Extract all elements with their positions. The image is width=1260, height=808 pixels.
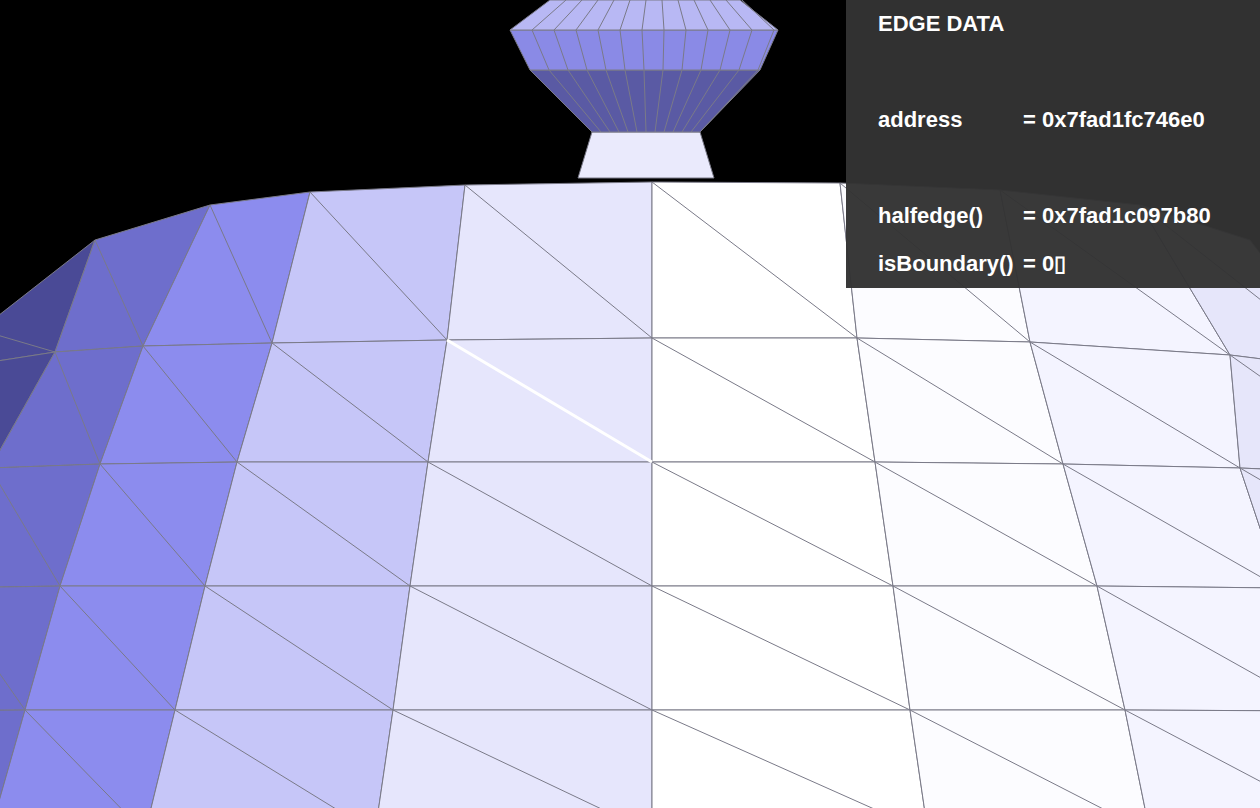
mesh-face[interactable]	[375, 710, 652, 808]
panel-row: halfedge()= 0x7fad1c097b80	[878, 192, 1252, 240]
mesh-face[interactable]	[875, 462, 1097, 586]
mesh-face[interactable]	[652, 586, 910, 710]
mesh-face[interactable]	[910, 710, 1150, 808]
mesh-face[interactable]	[272, 185, 465, 343]
panel-section: address= 0x7fad1fc746e0	[878, 96, 1252, 144]
panel-row: address= 0x7fad1fc746e0	[878, 96, 1252, 144]
panel-title: EDGE DATA	[878, 0, 1252, 48]
mesh-face[interactable]	[1063, 464, 1260, 588]
mesh-face[interactable]	[652, 338, 875, 462]
mesh-face[interactable]	[652, 462, 893, 586]
mesh-face[interactable]	[175, 586, 410, 710]
mesh-face[interactable]	[393, 586, 652, 710]
field-label: address	[878, 96, 1023, 144]
mesh-face[interactable]	[1230, 355, 1260, 475]
mesh-face[interactable]	[1125, 710, 1260, 808]
field-value: = 0x7fad1fc746e0	[1023, 96, 1252, 144]
mesh-face[interactable]	[1097, 586, 1260, 711]
mesh-face[interactable]	[205, 462, 428, 586]
mesh-face[interactable]	[410, 462, 652, 586]
panel-section: halfedge()= 0x7fad1c097b80isBoundary()= …	[878, 192, 1252, 288]
mesh-viewer: EDGE DATAaddress= 0x7fad1fc746e0halfedge…	[0, 0, 1260, 808]
mesh-face[interactable]	[25, 586, 205, 710]
field-label: isBoundary()	[878, 240, 1023, 288]
mesh-face[interactable]	[1030, 342, 1240, 468]
mesh-face[interactable]	[0, 710, 175, 808]
mesh-face[interactable]	[652, 182, 857, 338]
field-label: halfedge()	[878, 192, 1023, 240]
field-value: = 0▯	[1023, 240, 1252, 288]
field-value: = 0x7fad1c097b80	[1023, 192, 1252, 240]
knob	[510, 0, 778, 178]
mesh-face[interactable]	[893, 586, 1125, 710]
mesh-face[interactable]	[652, 710, 928, 808]
mesh-face[interactable]	[447, 182, 652, 340]
panel-row: isBoundary()= 0▯	[878, 240, 1252, 288]
mesh-face[interactable]	[145, 710, 393, 808]
mesh-face[interactable]	[857, 338, 1063, 464]
mesh-face[interactable]	[237, 340, 447, 462]
mesh-face[interactable]	[428, 338, 652, 462]
selected-edge[interactable]	[447, 340, 652, 462]
edge-data-panel: EDGE DATAaddress= 0x7fad1fc746e0halfedge…	[846, 0, 1260, 288]
mesh-face[interactable]	[1240, 468, 1260, 590]
